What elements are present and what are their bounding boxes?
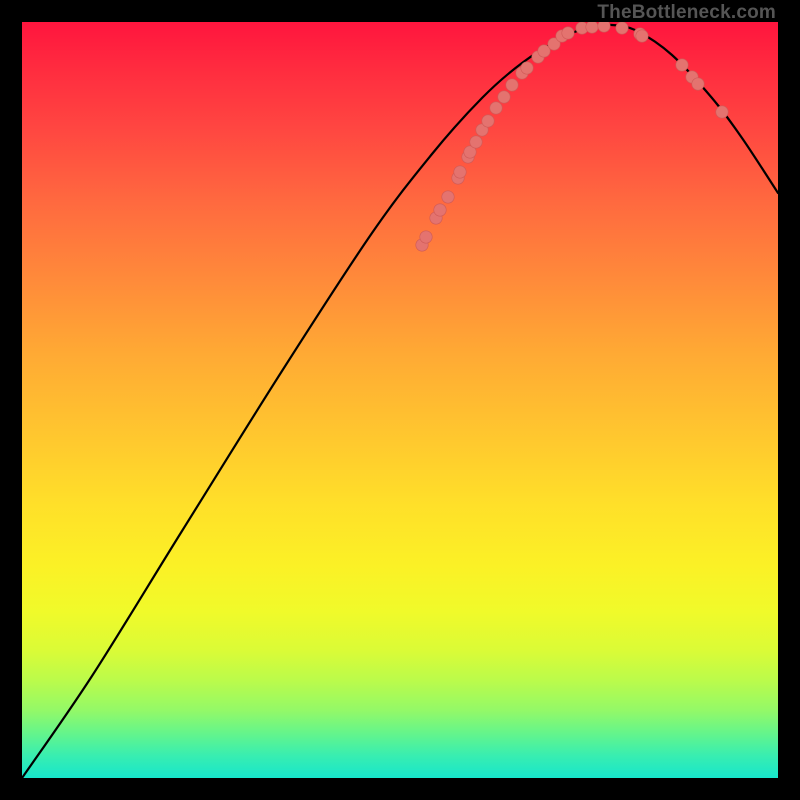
data-point xyxy=(470,136,482,148)
data-point xyxy=(586,22,598,33)
data-point xyxy=(562,27,574,39)
data-point xyxy=(521,62,533,74)
data-point xyxy=(692,78,704,90)
data-point xyxy=(636,30,648,42)
data-point xyxy=(676,59,688,71)
chart-gradient-area xyxy=(22,22,778,778)
data-point xyxy=(716,106,728,118)
chart-svg xyxy=(22,22,778,778)
data-point xyxy=(490,102,502,114)
data-point xyxy=(506,79,518,91)
data-point xyxy=(442,191,454,203)
bottleneck-curve xyxy=(22,25,778,778)
data-point xyxy=(498,91,510,103)
watermark-text: TheBottleneck.com xyxy=(597,2,776,24)
scatter-points xyxy=(416,22,728,251)
data-point xyxy=(482,115,494,127)
data-point xyxy=(420,231,432,243)
data-point xyxy=(454,166,466,178)
data-point xyxy=(434,204,446,216)
